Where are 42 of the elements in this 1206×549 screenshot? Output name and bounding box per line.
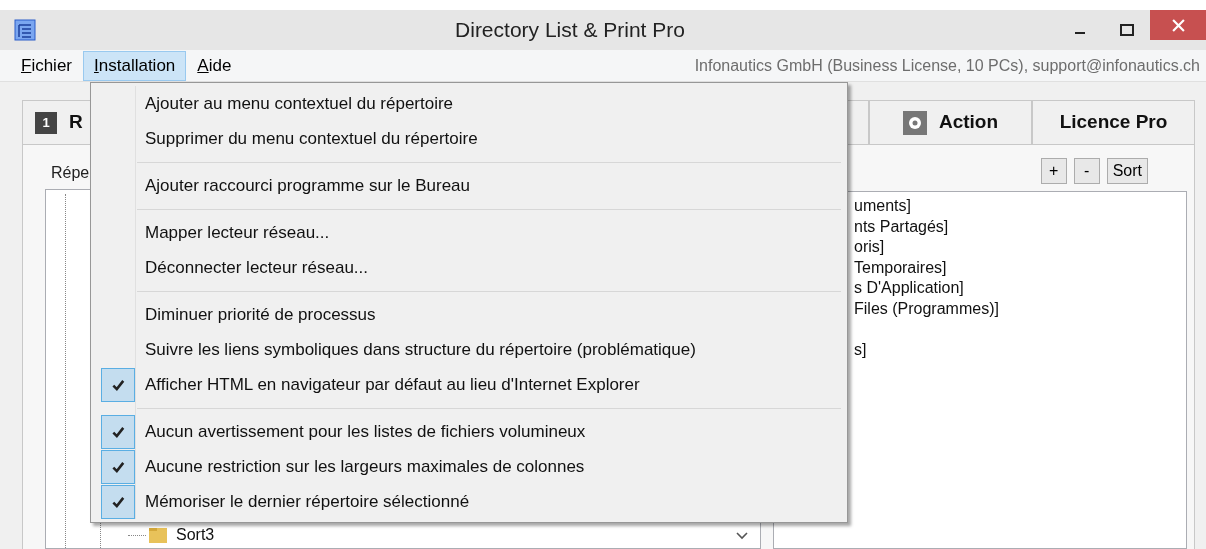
list-item[interactable]: uments]	[854, 196, 911, 217]
list-button[interactable]: -	[1073, 158, 1100, 184]
menu-option[interactable]: Suivre les liens symboliques dans structure du répertoire (problématique)	[145, 336, 696, 363]
list-item[interactable]: s D'Application]	[854, 278, 964, 299]
checkmark-icon	[111, 494, 125, 509]
menu-item[interactable]: Installation	[83, 50, 187, 81]
menu-item[interactable]: Aide	[186, 50, 243, 81]
tab[interactable]: Action	[869, 100, 1032, 144]
maximize-icon[interactable]	[1120, 24, 1134, 36]
menu-option[interactable]: Supprimer du menu contextuel du répertoire	[145, 125, 478, 152]
menu-option[interactable]: Mémoriser le dernier répertoire sélectionné	[145, 488, 470, 515]
menu-option[interactable]: Aucun avertissement pour les listes de fichiers volumineux	[145, 418, 586, 445]
menu-option[interactable]: Ajouter au menu contextuel du répertoire	[145, 90, 454, 117]
list-item[interactable]: Files (Programmes)]	[854, 298, 999, 319]
menu-option[interactable]: Déconnecter lecteur réseau...	[145, 254, 368, 281]
chevron-down-icon[interactable]	[736, 532, 748, 540]
folder-icon	[148, 526, 168, 544]
license-info: Infonautics GmbH (Business License, 10 PCs), support@infonautics.ch	[694, 55, 1200, 76]
tree-item[interactable]: Sort3	[176, 523, 215, 547]
close-icon	[1171, 18, 1185, 32]
list-button[interactable]: Sort	[1106, 158, 1148, 184]
gear-icon	[902, 110, 927, 135]
menu-option[interactable]: Aucune restriction sur les largeurs maximales de colonnes	[145, 453, 585, 480]
list-item[interactable]: s]	[854, 339, 867, 360]
list-item[interactable]: Temporaires]	[854, 257, 947, 278]
menu-option[interactable]: Mapper lecteur réseau...	[145, 219, 330, 246]
app-icon	[14, 19, 36, 41]
tab[interactable]: Licence Pro	[1032, 100, 1195, 144]
list-item[interactable]: oris]	[854, 237, 885, 258]
window-title: Directory List & Print Pro	[454, 17, 686, 44]
menu-option[interactable]: Ajouter raccourci programme sur le Bureau	[145, 172, 471, 199]
folder-label: Répe	[51, 163, 90, 183]
menu-option[interactable]: Afficher HTML en navigateur par défaut au lieu d'Internet Explorer	[145, 371, 640, 398]
checkmark-icon	[111, 377, 125, 392]
list-item[interactable]: nts Partagés]	[854, 216, 949, 237]
number-badge-icon: 1	[35, 111, 57, 134]
close-button[interactable]	[1150, 10, 1206, 40]
list-button[interactable]: +	[1040, 158, 1067, 184]
checkmark-icon	[111, 459, 125, 474]
menu-item[interactable]: Fichier	[10, 50, 83, 81]
menu-option[interactable]: Diminuer priorité de processus	[145, 301, 376, 328]
checkmark-icon	[111, 424, 125, 439]
